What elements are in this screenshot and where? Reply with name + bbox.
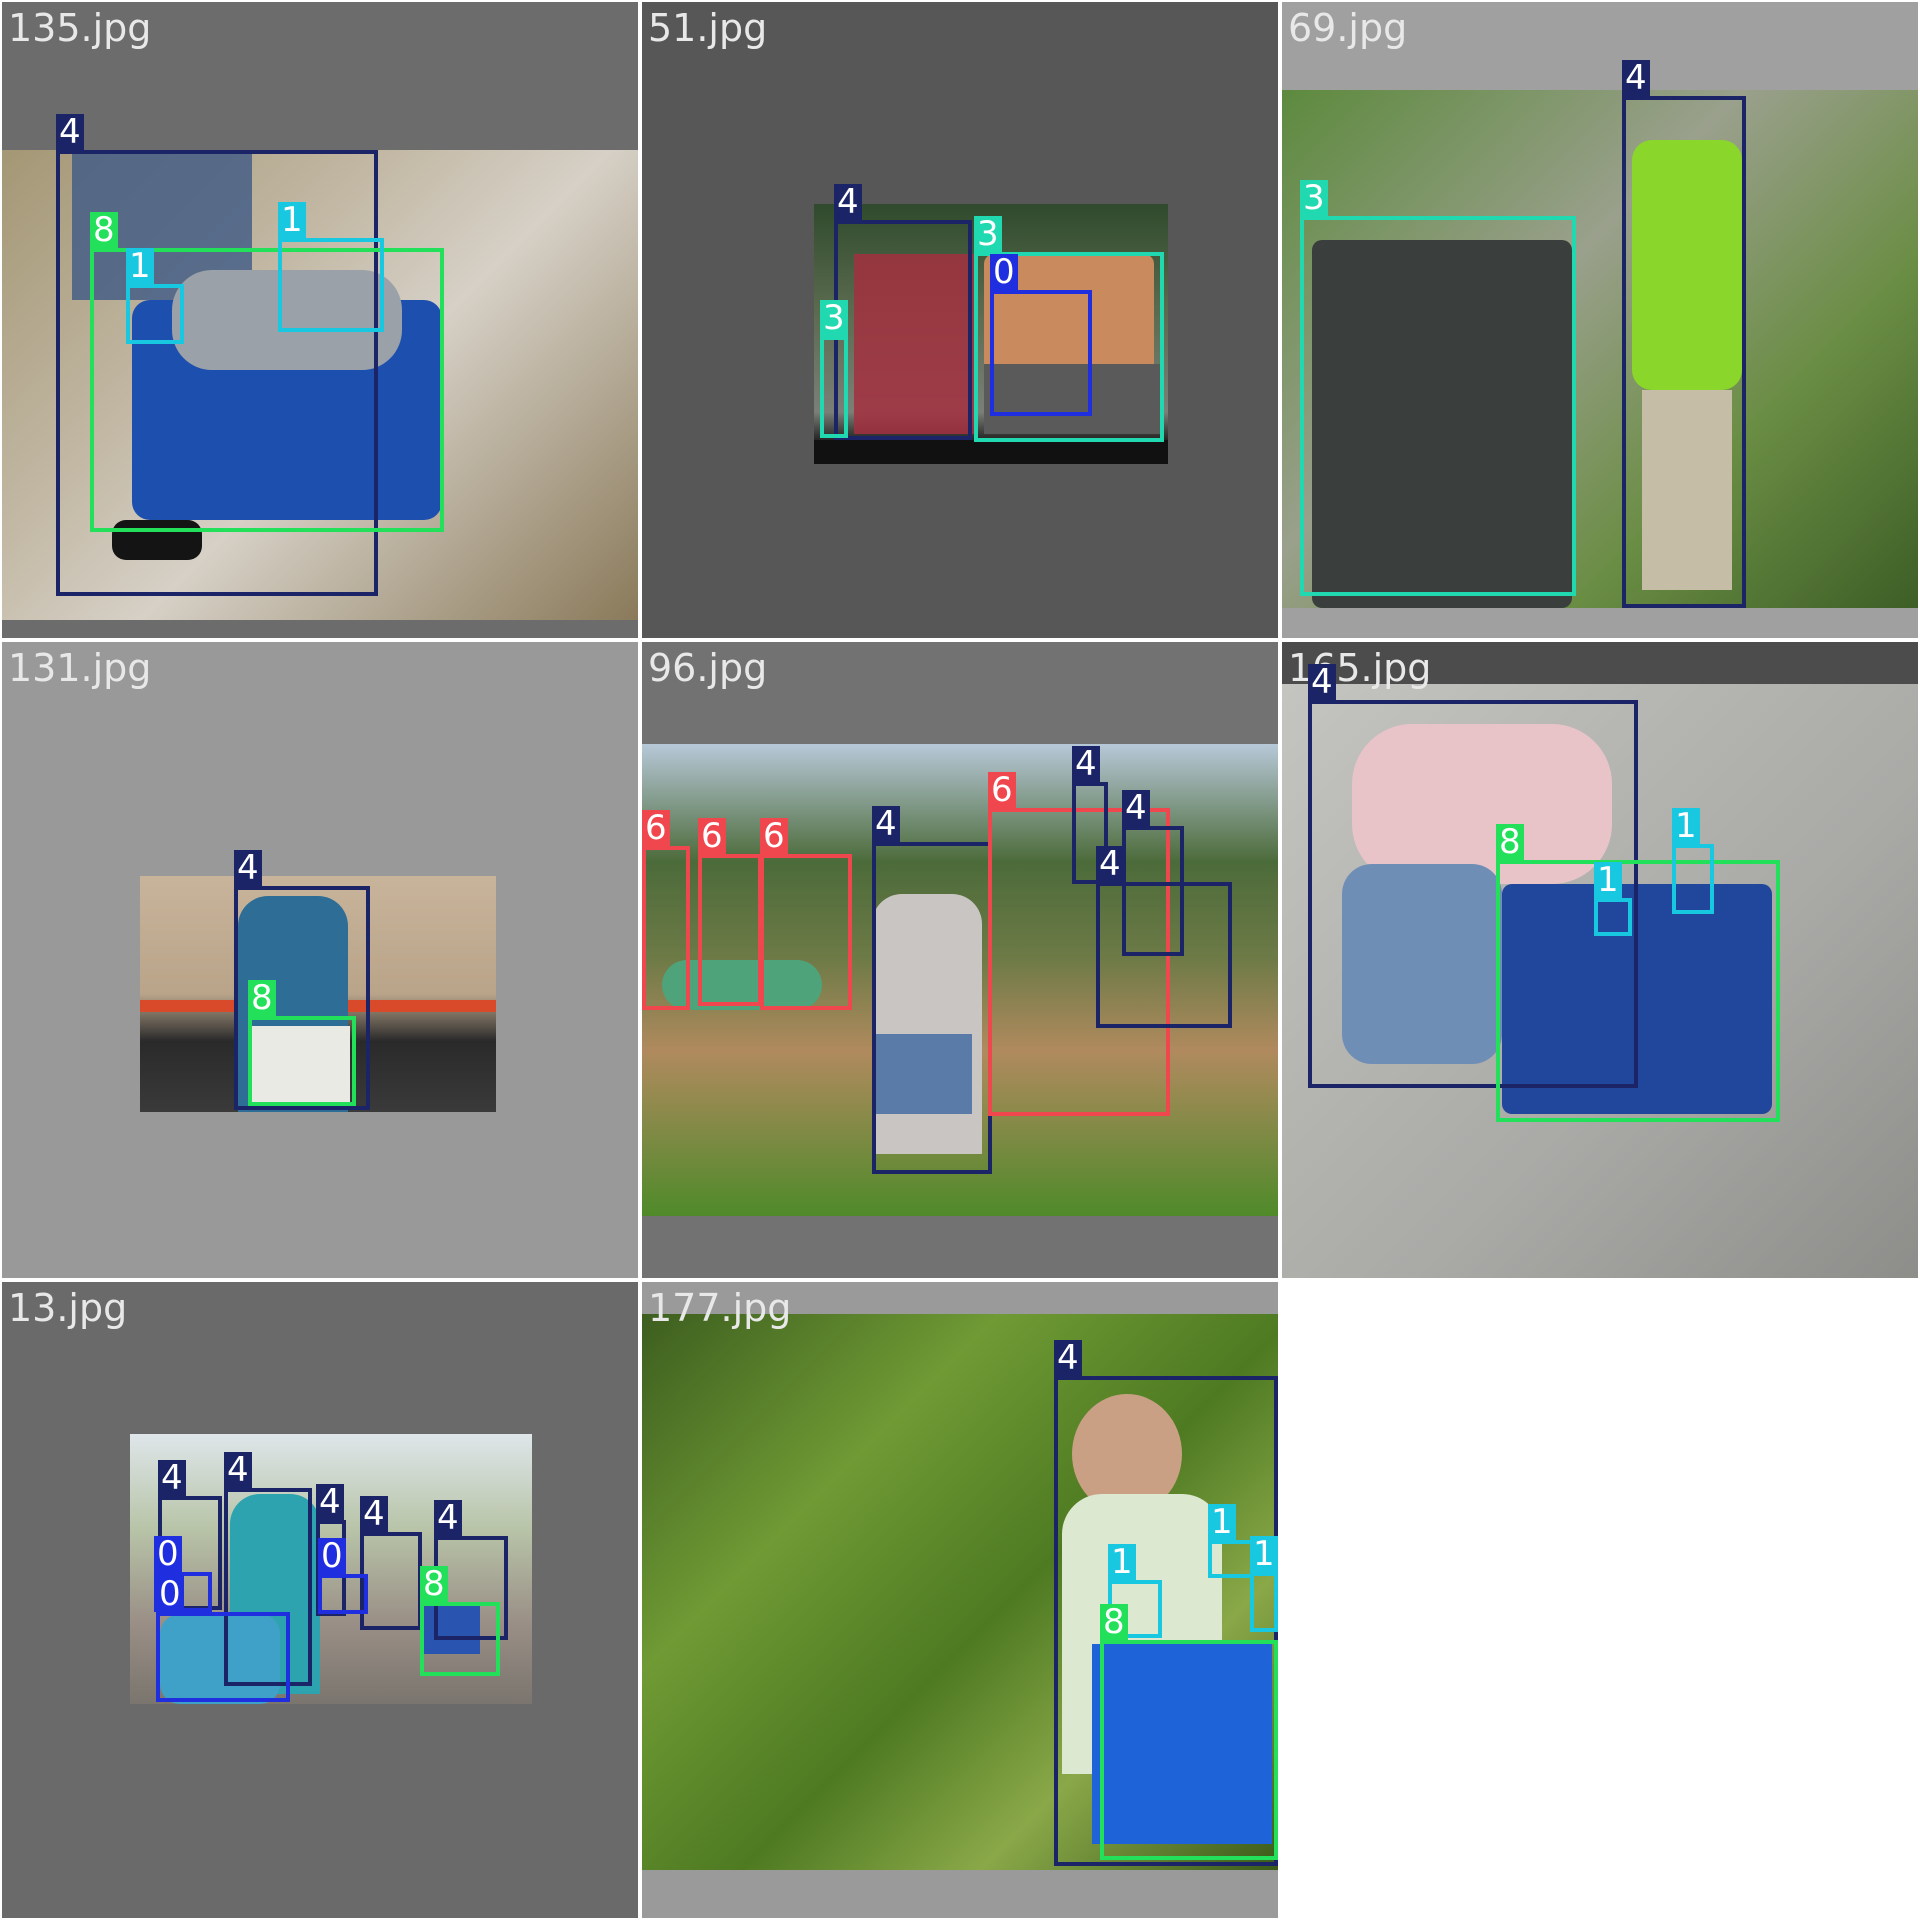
tile-51: 51.jpg 4 3 0 3	[642, 2, 1278, 638]
detection-class-label: 4	[234, 850, 262, 886]
detection-box: 4	[1622, 60, 1746, 608]
detection-box: 6	[642, 810, 690, 1010]
filename-label: 177.jpg	[648, 1286, 792, 1330]
detection-class-label: 1	[1108, 1544, 1136, 1580]
detection-class-label: 0	[154, 1536, 182, 1572]
detection-box: 0	[318, 1538, 368, 1614]
tile-135: 135.jpg 4 8 1 1	[2, 2, 638, 638]
detection-class-label: 4	[1096, 846, 1124, 882]
detection-box: 1	[1672, 808, 1714, 914]
detection-box: 0	[990, 254, 1092, 416]
detection-class-label: 4	[1622, 60, 1650, 96]
detection-class-label: 4	[1122, 790, 1150, 826]
detection-class-label: 8	[1100, 1604, 1128, 1640]
detection-class-label: 4	[316, 1484, 344, 1520]
detection-class-label: 3	[820, 300, 848, 336]
tile-96: 96.jpg 6 6 6 4 6 4 4 4	[642, 642, 1278, 1278]
detection-class-label: 8	[248, 980, 276, 1016]
tile-165: 165.jpg 4 8 1 1	[1282, 642, 1918, 1278]
detection-class-label: 4	[1054, 1340, 1082, 1376]
detection-class-label: 0	[318, 1538, 346, 1574]
detection-class-label: 1	[278, 202, 306, 238]
detection-class-label: 4	[56, 114, 84, 150]
filename-label: 51.jpg	[648, 6, 768, 50]
detection-box: 8	[420, 1566, 500, 1676]
detection-box: 3	[1300, 180, 1576, 596]
filename-label: 131.jpg	[8, 646, 152, 690]
detection-box: 6	[760, 818, 852, 1010]
detection-box: 1	[126, 248, 184, 344]
detection-box: 3	[820, 300, 848, 438]
detection-box: 1	[1250, 1536, 1278, 1632]
detection-box: 8	[248, 980, 356, 1106]
detection-box: 6	[698, 818, 762, 1006]
detection-class-label: 0	[990, 254, 1018, 290]
detection-class-label: 3	[974, 216, 1002, 252]
detection-class-label: 4	[224, 1452, 252, 1488]
detection-class-label: 1	[126, 248, 154, 284]
filename-label: 69.jpg	[1288, 6, 1408, 50]
tile-177: 177.jpg 4 1 1 1 8	[642, 1282, 1278, 1918]
tile-131: 131.jpg 4 8	[2, 642, 638, 1278]
detection-box: 1	[1208, 1504, 1254, 1578]
detection-class-label: 8	[1496, 824, 1524, 860]
tile-69: 69.jpg 4 3	[1282, 2, 1918, 638]
tile-13: 13.jpg 4 4 4 4 4 0 0 0 8	[2, 1282, 638, 1918]
detection-box: 1	[1594, 862, 1632, 936]
detection-box: 8	[1100, 1604, 1278, 1860]
detection-box: 1	[278, 202, 384, 332]
filename-label: 96.jpg	[648, 646, 768, 690]
mosaic-grid: 135.jpg 4 8 1 1 51.jpg 4 3 0 3 69.jpg 4 …	[0, 0, 1920, 1920]
detection-class-label: 8	[420, 1566, 448, 1602]
detection-class-label: 4	[872, 806, 900, 842]
detection-box: 8	[1496, 824, 1780, 1122]
detection-class-label: 4	[1072, 746, 1100, 782]
detection-class-label: 6	[698, 818, 726, 854]
detection-class-label: 1	[1672, 808, 1700, 844]
detection-class-label: 8	[90, 212, 118, 248]
detection-box: 4	[1096, 846, 1232, 1028]
detection-class-label: 6	[760, 818, 788, 854]
detection-class-label: 6	[642, 810, 670, 846]
detection-class-label: 1	[1250, 1536, 1278, 1572]
detection-class-label: 4	[1308, 664, 1336, 700]
detection-box: 0	[156, 1576, 290, 1702]
empty-tile	[1282, 1282, 1918, 1918]
detection-class-label: 4	[360, 1496, 388, 1532]
detection-class-label: 3	[1300, 180, 1328, 216]
detection-box: 4	[872, 806, 992, 1174]
detection-box: 4	[360, 1496, 422, 1630]
detection-class-label: 4	[834, 184, 862, 220]
filename-label: 13.jpg	[8, 1286, 128, 1330]
detection-class-label: 1	[1208, 1504, 1236, 1540]
detection-class-label: 6	[988, 772, 1016, 808]
detection-class-label: 4	[434, 1500, 462, 1536]
detection-class-label: 0	[156, 1576, 184, 1612]
detection-class-label: 4	[158, 1460, 186, 1496]
filename-label: 135.jpg	[8, 6, 152, 50]
detection-box: 4	[834, 184, 972, 440]
detection-class-label: 1	[1594, 862, 1622, 898]
